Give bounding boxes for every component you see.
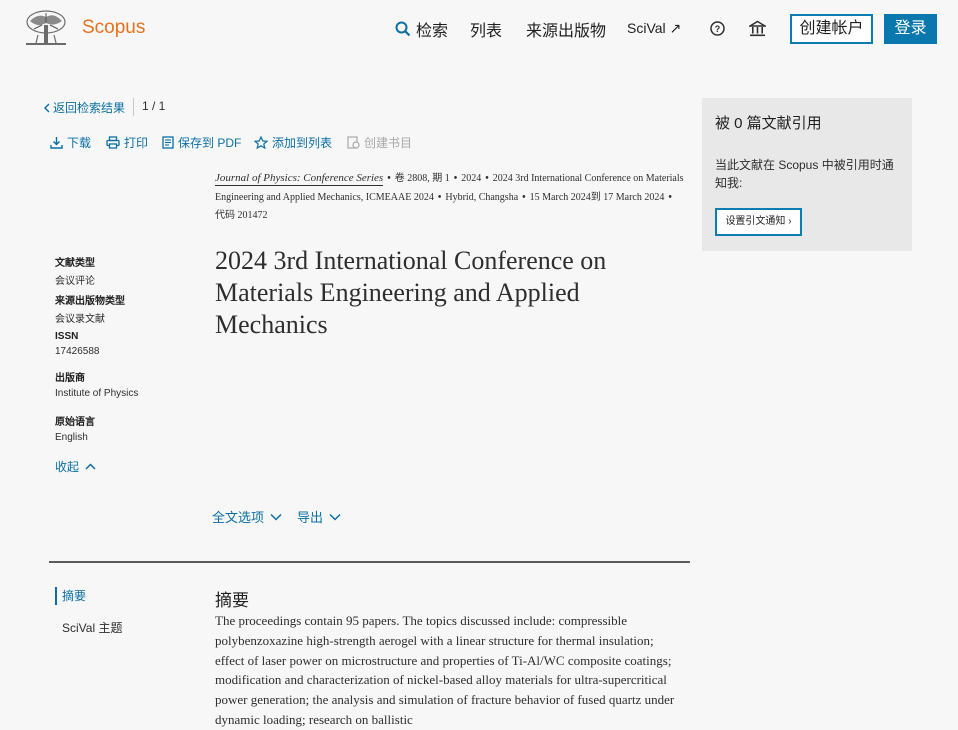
sidenav-abstract[interactable]: 摘要	[55, 587, 86, 605]
nav-search[interactable]: 检索	[395, 17, 448, 41]
star-icon	[254, 136, 268, 149]
citation-panel: 被 0 篇文献引用 当此文献在 Scopus 中被引用时通知我: 设置引文通知 …	[702, 98, 912, 251]
doc-type-label: 文献类型	[55, 258, 95, 269]
nav-lists[interactable]: 列表	[470, 17, 502, 41]
publisher-block: 出版商 Institute of Physics	[55, 369, 138, 399]
pdf-file-icon	[162, 136, 174, 149]
cited-by-heading: 被 0 篇文献引用	[715, 115, 822, 132]
volume-issue: 卷 2808, 期 1	[394, 173, 450, 184]
chevron-up-icon	[85, 463, 96, 470]
download-icon	[50, 136, 63, 149]
conference-dates: 15 March 2024到 17 March 2024	[529, 191, 665, 203]
printer-icon	[106, 136, 120, 149]
result-pager: 1 / 1	[142, 99, 166, 113]
collapse-label: 收起	[55, 460, 80, 474]
nav-sources[interactable]: 来源出版物	[526, 17, 606, 41]
create-bibliography-button[interactable]: 创建书目	[347, 134, 412, 151]
nav-search-label: 检索	[416, 23, 449, 40]
print-label: 打印	[124, 136, 149, 150]
pub-year: 2024	[461, 173, 482, 184]
collapse-toggle[interactable]: 收起	[55, 458, 96, 475]
institution-icon[interactable]	[749, 20, 766, 37]
save-pdf-button[interactable]: 保存到 PDF	[162, 134, 241, 151]
create-bib-label: 创建书目	[364, 136, 413, 150]
document-title: 2024 3rd International Conference on Mat…	[215, 246, 607, 339]
full-text-label: 全文选项	[212, 510, 265, 525]
doc-type-block: 文献类型 会议评论	[55, 254, 95, 287]
source-type-value: 会议录文献	[55, 314, 105, 325]
doc-type-value: 会议评论	[55, 276, 95, 287]
bibliography-icon	[347, 136, 360, 149]
chevron-left-icon	[43, 103, 51, 113]
elsevier-logo-icon[interactable]	[24, 9, 68, 47]
conference-location: Hybrid, Changsha	[445, 191, 519, 203]
export-label: 导出	[297, 510, 324, 525]
sidenav-scival-topics[interactable]: SciVal 主题	[62, 619, 122, 636]
divider	[133, 98, 134, 116]
language-value: English	[55, 432, 88, 443]
abstract-heading: 摘要	[215, 591, 249, 610]
chevron-down-icon	[329, 513, 341, 521]
back-to-results-link[interactable]: 返回检索结果	[43, 99, 125, 116]
top-header: Scopus 检索 列表 来源出版物 SciVal ↗ ? 创建帐户 登录	[0, 0, 958, 60]
download-button[interactable]: 下载	[50, 134, 91, 151]
document-meta: Journal of Physics: Conference Series • 卷 …	[215, 172, 684, 221]
journal-link[interactable]: Journal of Physics: Conference Series	[215, 172, 384, 186]
language-block: 原始语言 English	[55, 413, 95, 443]
svg-text:?: ?	[715, 24, 721, 34]
conference-code: 代码 201472	[215, 210, 268, 221]
issn-block: ISSN 17426588	[55, 331, 100, 357]
issn-value: 17426588	[55, 346, 100, 357]
login-button[interactable]: 登录	[884, 14, 937, 44]
chevron-down-icon	[270, 513, 282, 521]
download-label: 下载	[67, 136, 92, 150]
search-icon	[395, 21, 411, 37]
print-button[interactable]: 打印	[106, 134, 148, 151]
section-divider	[49, 561, 690, 563]
nav-scival[interactable]: SciVal ↗	[627, 20, 681, 37]
publisher-label: 出版商	[55, 373, 85, 384]
create-account-button[interactable]: 创建帐户	[790, 14, 873, 44]
language-label: 原始语言	[55, 417, 95, 428]
back-label: 返回检索结果	[53, 101, 126, 115]
abstract-text: The proceedings contain 95 papers. The t…	[215, 613, 675, 727]
help-icon[interactable]: ?	[710, 21, 725, 36]
issn-label: ISSN	[55, 331, 79, 342]
source-type-label: 来源出版物类型	[55, 296, 125, 307]
source-type-block: 来源出版物类型 会议录文献	[55, 292, 125, 325]
scopus-brand[interactable]: Scopus	[82, 17, 145, 39]
add-list-label: 添加到列表	[272, 136, 333, 150]
publisher-value: Institute of Physics	[55, 388, 139, 399]
full-text-options-dropdown[interactable]: 全文选项	[212, 507, 282, 526]
export-dropdown[interactable]: 导出	[297, 507, 341, 526]
citation-notice: 当此文献在 Scopus 中被引用时通知我:	[715, 158, 894, 190]
set-citation-alert-button[interactable]: 设置引文通知 ›	[715, 208, 802, 236]
save-pdf-label: 保存到 PDF	[178, 136, 242, 150]
add-to-list-button[interactable]: 添加到列表	[254, 134, 332, 151]
